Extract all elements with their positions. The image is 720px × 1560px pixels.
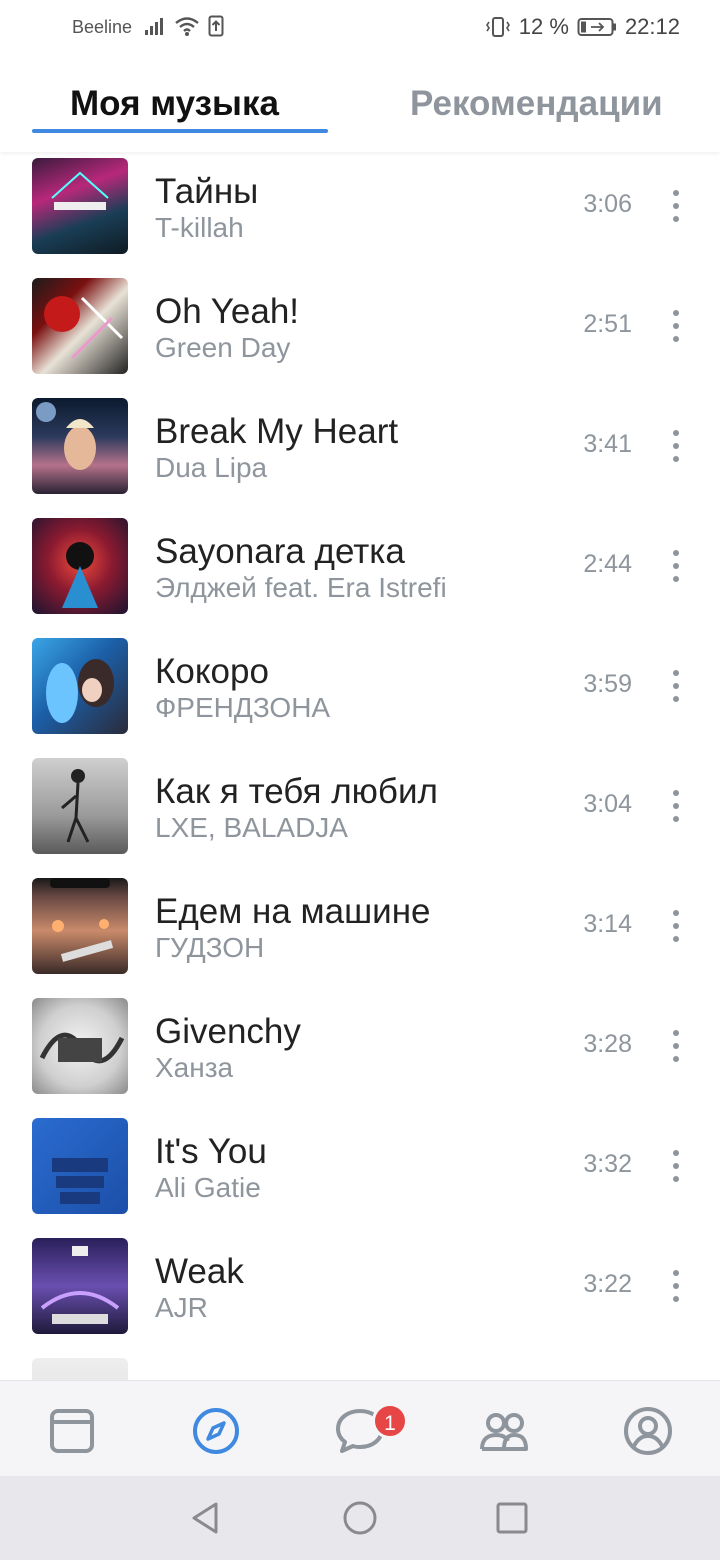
album-cover — [32, 518, 128, 614]
album-cover — [32, 1118, 128, 1214]
track-artist: ГУДЗОН — [155, 932, 265, 963]
track-artist: AJR — [155, 1292, 208, 1323]
clock: 22:12 — [624, 14, 680, 39]
album-cover — [32, 1358, 128, 1380]
active-tab-indicator — [32, 129, 328, 133]
track-artist: Ханза — [155, 1052, 234, 1083]
tab-my-music[interactable]: Моя музыка — [70, 84, 279, 124]
track-row[interactable]: Sayonara детка Элджей feat. Era Istrefi … — [0, 512, 720, 632]
track-title: Кокоро — [155, 652, 269, 691]
more-options-icon[interactable] — [660, 306, 692, 346]
track-artist: Ali Gatie — [155, 1172, 261, 1203]
track-title: Oh Yeah! — [155, 292, 300, 331]
bottom-navigation: 1 — [0, 1380, 720, 1477]
track-row[interactable] — [0, 1352, 720, 1380]
upload-icon — [208, 15, 224, 37]
album-cover — [32, 278, 128, 374]
signal-icon — [145, 18, 163, 35]
track-title: Как я тебя любил — [155, 772, 438, 811]
more-options-icon[interactable] — [660, 1266, 692, 1306]
track-duration: 2:44 — [583, 550, 632, 578]
battery-percent: 12 % — [518, 14, 569, 39]
track-title: Тайны — [155, 172, 259, 211]
more-options-icon[interactable] — [660, 906, 692, 946]
album-cover — [32, 878, 128, 974]
more-options-icon[interactable] — [660, 186, 692, 226]
track-duration: 3:22 — [583, 1270, 632, 1298]
track-duration: 3:06 — [583, 190, 632, 218]
track-duration: 3:32 — [583, 1150, 632, 1178]
tab-recommendations[interactable]: Рекомендации — [410, 84, 663, 124]
track-row[interactable]: Oh Yeah! Green Day 2:51 — [0, 272, 720, 392]
album-cover — [32, 638, 128, 734]
track-duration: 3:59 — [583, 670, 632, 698]
track-list[interactable]: Тайны T-killah 3:06 Oh Yeah! Green Day 2… — [0, 152, 720, 1380]
track-artist: LXE, BALADJA — [155, 812, 348, 843]
track-duration: 3:28 — [583, 1030, 632, 1058]
more-options-icon[interactable] — [660, 786, 692, 826]
track-row[interactable]: Тайны T-killah 3:06 — [0, 152, 720, 272]
recents-icon[interactable] — [492, 1498, 532, 1538]
more-options-icon[interactable] — [660, 666, 692, 706]
track-duration: 2:51 — [583, 310, 632, 338]
vibrate-icon — [485, 17, 510, 37]
track-row[interactable]: Givenchy Ханза 3:28 — [0, 992, 720, 1112]
more-options-icon[interactable] — [660, 426, 692, 466]
album-cover — [32, 758, 128, 854]
track-row[interactable]: Кокоро ФРЕНДЗОНА 3:59 — [0, 632, 720, 752]
news-icon[interactable] — [46, 1405, 98, 1457]
track-row[interactable]: It's You Ali Gatie 3:32 — [0, 1112, 720, 1232]
more-options-icon[interactable] — [660, 1146, 692, 1186]
track-title: Едем на машине — [155, 892, 431, 931]
track-artist: Green Day — [155, 332, 291, 363]
track-artist: Элджей feat. Era Istrefi — [155, 572, 447, 603]
home-icon[interactable] — [340, 1498, 380, 1538]
more-options-icon[interactable] — [660, 546, 692, 586]
messages-badge: 1 — [372, 1403, 408, 1439]
track-title: Sayonara детка — [155, 532, 405, 571]
track-artist: ФРЕНДЗОНА — [155, 692, 331, 723]
track-row[interactable]: Weak AJR 3:22 — [0, 1232, 720, 1352]
album-cover — [32, 998, 128, 1094]
music-tabs: Моя музыка Рекомендации — [0, 56, 720, 152]
album-cover — [32, 1238, 128, 1334]
track-row[interactable]: Едем на машине ГУДЗОН 3:14 — [0, 872, 720, 992]
track-artist: Dua Lipa — [155, 452, 268, 483]
explore-icon[interactable] — [190, 1405, 242, 1457]
track-duration: 3:14 — [583, 910, 632, 938]
album-cover — [32, 398, 128, 494]
back-icon[interactable] — [186, 1498, 226, 1538]
system-navigation — [0, 1476, 720, 1560]
track-title: Givenchy — [155, 1012, 301, 1051]
track-title: Break My Heart — [155, 412, 399, 451]
battery-icon — [577, 18, 616, 36]
track-row[interactable]: Break My Heart Dua Lipa 3:41 — [0, 392, 720, 512]
carrier-name: Beeline — [72, 17, 133, 37]
friends-icon[interactable] — [478, 1405, 530, 1457]
track-title: It's You — [155, 1132, 267, 1171]
track-duration: 3:04 — [583, 790, 632, 818]
track-title: Weak — [155, 1252, 244, 1291]
track-artist: T-killah — [155, 212, 244, 243]
wifi-icon — [175, 17, 199, 36]
track-row[interactable]: Как я тебя любил LXE, BALADJA 3:04 — [0, 752, 720, 872]
track-duration: 3:41 — [583, 430, 632, 458]
more-options-icon[interactable] — [660, 1026, 692, 1066]
album-cover — [32, 158, 128, 254]
status-bar: Beeline 12 % 22:12 — [0, 0, 720, 56]
profile-icon[interactable] — [622, 1405, 674, 1457]
